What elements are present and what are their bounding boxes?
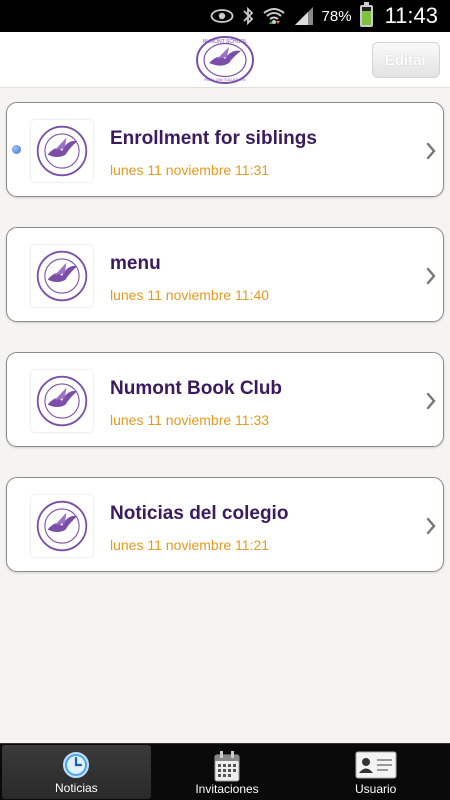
tab-invitaciones[interactable]: Invitaciones: [153, 744, 302, 800]
school-logo: NUMONT SCHOOL PAR LOIN TOUJOURS: [195, 35, 255, 85]
app-header: NUMONT SCHOOL PAR LOIN TOUJOURS Editar: [0, 32, 450, 88]
tab-usuario[interactable]: Usuario: [301, 744, 450, 800]
svg-text:PAR LOIN TOUJOURS: PAR LOIN TOUJOURS: [204, 77, 246, 82]
news-date: lunes 11 noviembre 11:21: [110, 537, 270, 553]
news-date: lunes 11 noviembre 11:40: [110, 287, 270, 303]
svg-text:NUMONT SCHOOL: NUMONT SCHOOL: [203, 39, 248, 45]
news-title: Numont Book Club: [110, 378, 283, 399]
signal-icon: [294, 6, 314, 26]
clock-icon: [62, 751, 90, 784]
news-title: Noticias del colegio: [110, 503, 289, 524]
news-date: lunes 11 noviembre 11:31: [110, 162, 270, 178]
battery-percent: 78%: [321, 7, 352, 25]
status-bar: 78% 11:43: [0, 0, 450, 32]
news-card[interactable]: Noticias del colegio lunes 11 noviembre 1…: [6, 477, 444, 572]
tab-bar: Noticias Invitaciones Usuario: [0, 743, 450, 800]
news-card[interactable]: Enrollment for siblings lunes 11 noviembr…: [6, 102, 444, 197]
tab-noticias[interactable]: Noticias: [2, 745, 151, 799]
battery-icon: [359, 2, 373, 27]
calendar-icon: [213, 750, 241, 787]
edit-button[interactable]: Editar: [372, 42, 440, 78]
user-card-icon: [355, 750, 397, 785]
eye-icon: [210, 8, 234, 24]
bluetooth-icon: [242, 6, 254, 26]
chevron-right-icon: [425, 266, 437, 286]
news-title: Enrollment for siblings: [110, 128, 317, 149]
clock: 11:43: [384, 3, 438, 28]
news-logo: [31, 120, 93, 182]
chevron-right-icon: [425, 516, 437, 536]
news-logo: [31, 370, 93, 432]
news-card[interactable]: Numont Book Club lunes 11 noviembre 11:33: [6, 352, 444, 447]
wifi-icon: [262, 6, 286, 26]
news-card[interactable]: menu lunes 11 noviembre 11:40: [6, 227, 444, 322]
chevron-right-icon: [425, 141, 437, 161]
news-logo: [31, 245, 93, 307]
news-logo: [31, 495, 93, 557]
news-date: lunes 11 noviembre 11:33: [110, 412, 270, 428]
chevron-right-icon: [425, 391, 437, 411]
unread-dot: [12, 145, 21, 154]
news-title: menu: [110, 253, 161, 274]
